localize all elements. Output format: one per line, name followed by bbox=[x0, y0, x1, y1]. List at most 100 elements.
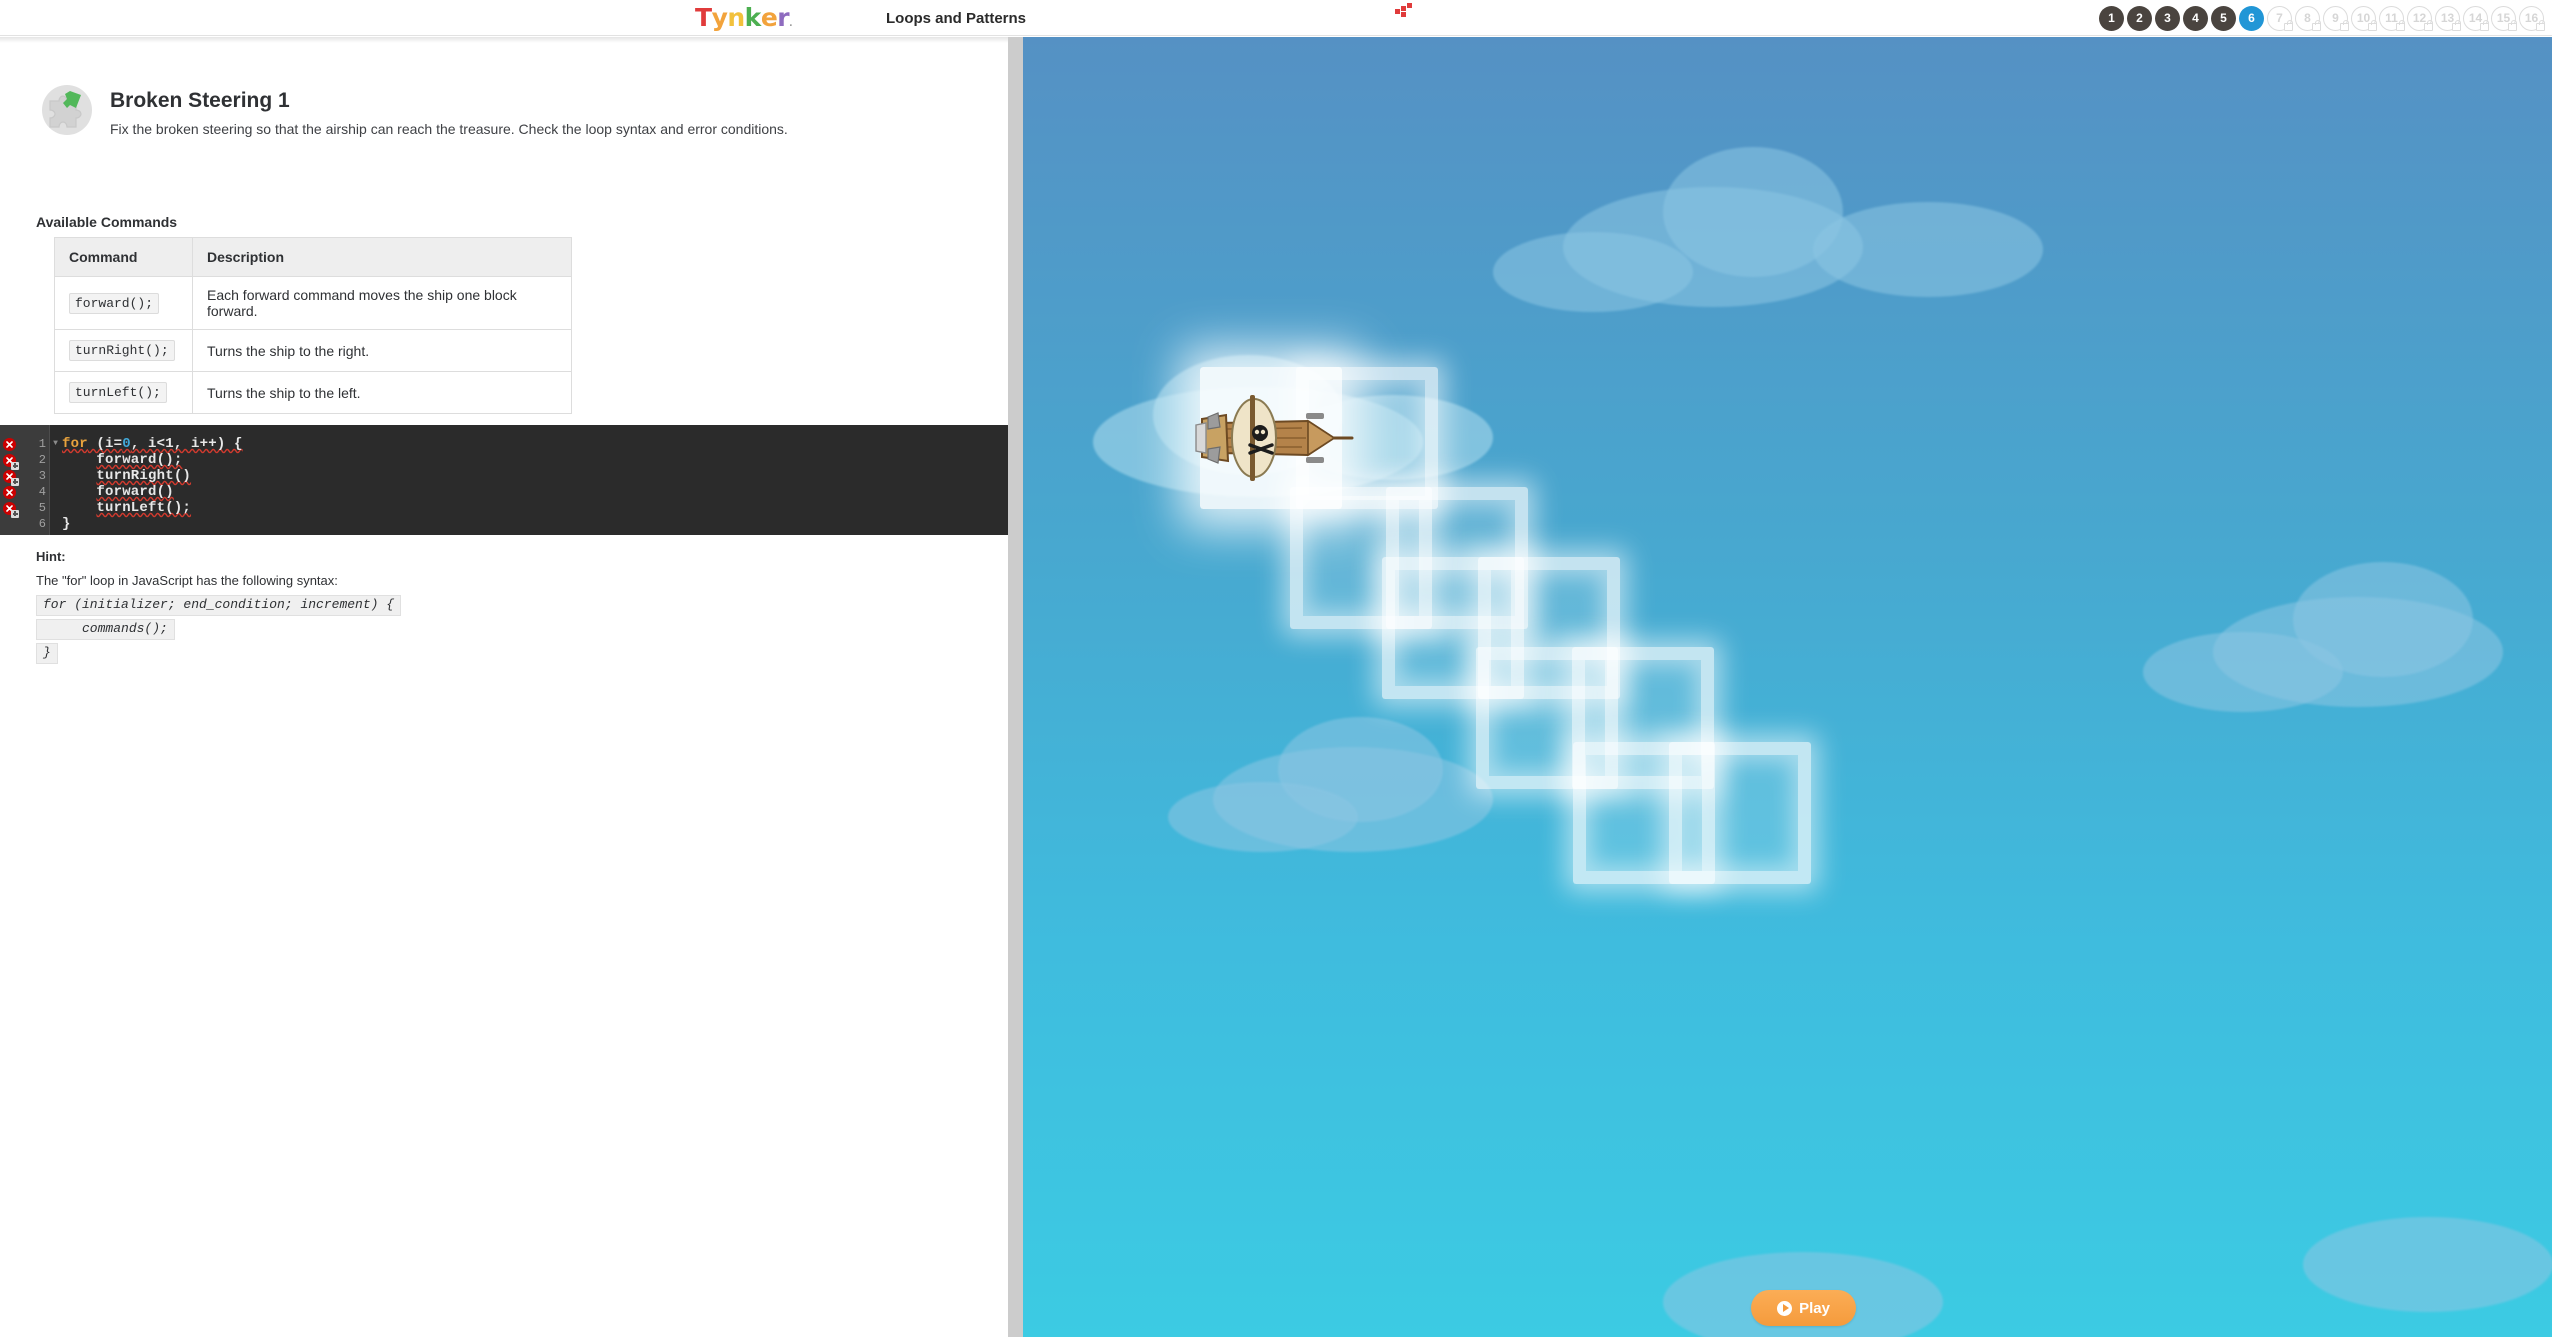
level-pill-12[interactable]: 12 bbox=[2407, 5, 2433, 31]
level-pill-1[interactable]: 1 bbox=[2099, 5, 2124, 31]
lock-icon bbox=[2312, 20, 2321, 31]
tynker-logo[interactable]: Tynker. bbox=[695, 2, 1412, 32]
hint-text: The "for" loop in JavaScript has the fol… bbox=[36, 573, 338, 588]
description-cell: Each forward command moves the ship one … bbox=[192, 276, 572, 330]
code-line[interactable]: turnLeft(); bbox=[62, 500, 191, 516]
command-chip: forward(); bbox=[69, 292, 160, 314]
line-number: 2 bbox=[38, 453, 46, 467]
lock-icon bbox=[2340, 20, 2349, 31]
code-line[interactable]: } bbox=[62, 516, 71, 532]
instruction-panel: Broken Steering 1 Fix the broken steerin… bbox=[0, 37, 1008, 1337]
ship-start-tile bbox=[1195, 367, 1354, 509]
hint-code-line-3: } bbox=[36, 642, 58, 664]
description-cell: Turns the ship to the left. bbox=[192, 371, 572, 414]
level-pill-3[interactable]: 3 bbox=[2155, 5, 2180, 31]
play-button-label: Play bbox=[1799, 1299, 1830, 1317]
command-chip: turnLeft(); bbox=[69, 382, 167, 403]
code-editor[interactable]: 1 ▼ for (i=0, i<1, i++) { 2 forward(); 3 tur… bbox=[0, 425, 1008, 535]
level-pill-15[interactable]: 15 bbox=[2491, 5, 2517, 31]
command-cell: forward(); bbox=[54, 276, 193, 330]
play-button[interactable]: Play bbox=[1751, 1290, 1856, 1326]
error-x-icon bbox=[3, 501, 19, 518]
level-pill-13[interactable]: 13 bbox=[2435, 5, 2461, 31]
level-pill-9[interactable]: 9 bbox=[2323, 5, 2349, 31]
game-stage: Play bbox=[1023, 37, 2552, 1337]
cloud-decoration bbox=[1168, 782, 1358, 852]
command-cell: turnLeft(); bbox=[54, 371, 193, 414]
level-pill-label: 1 bbox=[2108, 11, 2115, 25]
code-fold-toggle[interactable]: ▼ bbox=[51, 436, 60, 452]
cloud-decoration bbox=[2303, 1217, 2552, 1312]
level-pill-5[interactable]: 5 bbox=[2211, 5, 2236, 31]
code-line[interactable]: for (i=0, i<1, i++) { bbox=[62, 436, 243, 452]
lock-icon bbox=[2480, 20, 2489, 31]
lesson-description: Fix the broken steering so that the airs… bbox=[110, 121, 788, 137]
line-number: 4 bbox=[38, 485, 46, 499]
quick-fix-icon bbox=[11, 509, 19, 518]
lock-icon bbox=[2368, 20, 2377, 31]
column-header-description: Description bbox=[192, 237, 572, 277]
logo-letter-r: r bbox=[777, 2, 790, 32]
line-number: 6 bbox=[38, 517, 46, 531]
level-pill-11[interactable]: 11 bbox=[2379, 5, 2405, 31]
code-line[interactable]: forward(); bbox=[62, 452, 182, 468]
play-icon bbox=[1777, 1300, 1793, 1316]
panel-scrollbar[interactable] bbox=[1008, 37, 1023, 1337]
code-line[interactable]: turnRight() bbox=[62, 468, 191, 484]
error-marker[interactable] bbox=[0, 436, 19, 452]
lock-icon bbox=[2536, 20, 2545, 31]
logo-tick-marks bbox=[1395, 3, 1417, 17]
line-number: 5 bbox=[38, 501, 46, 515]
level-selector[interactable]: 1 2 3 4 5 6 7 8 9 10 11 12 13 14 15 16 bbox=[2099, 0, 2545, 36]
logo-letter-y: y bbox=[711, 2, 728, 32]
error-x-icon bbox=[3, 437, 16, 451]
puzzle-piece-icon bbox=[42, 85, 92, 135]
level-pill-label: 8 bbox=[2304, 11, 2311, 25]
course-title: Loops and Patterns bbox=[886, 9, 1027, 27]
level-pill-label: 7 bbox=[2276, 11, 2283, 25]
level-pill-label: 3 bbox=[2164, 11, 2171, 25]
line-number: 3 bbox=[38, 469, 46, 483]
hint-label: Hint: bbox=[36, 549, 66, 564]
column-header-command: Command bbox=[54, 237, 193, 277]
table-header-row: Command Description bbox=[54, 237, 572, 277]
level-pill-10[interactable]: 10 bbox=[2351, 5, 2377, 31]
top-bar: Tynker. Loops and Patterns 1 2 3 4 5 6 7 8 9 10 11… bbox=[0, 0, 2552, 36]
error-x-icon bbox=[3, 469, 19, 486]
level-pill-4[interactable]: 4 bbox=[2183, 5, 2208, 31]
hint-code-line-1: for (initializer; end_condition; increme… bbox=[36, 595, 402, 616]
cloud-decoration bbox=[1493, 232, 1693, 312]
command-cell: turnRight(); bbox=[54, 329, 193, 372]
table-row: turnLeft(); Turns the ship to the left. bbox=[54, 371, 572, 414]
code-line[interactable]: forward() bbox=[62, 484, 174, 500]
logo-letter-n: n bbox=[727, 2, 745, 32]
error-marker[interactable] bbox=[0, 484, 19, 500]
logo-letter-t: T bbox=[695, 2, 712, 32]
level-pill-8[interactable]: 8 bbox=[2295, 5, 2321, 31]
level-pill-label: 9 bbox=[2332, 11, 2339, 25]
lock-icon bbox=[2284, 20, 2293, 31]
page-title: Broken Steering 1 bbox=[110, 89, 290, 112]
level-pill-16[interactable]: 16 bbox=[2519, 5, 2545, 31]
hint-section: Hint: The "for" loop in JavaScript has t… bbox=[36, 549, 916, 664]
command-chip: turnRight(); bbox=[69, 340, 175, 361]
level-pill-2[interactable]: 2 bbox=[2127, 5, 2152, 31]
available-commands-heading: Available Commands bbox=[36, 214, 178, 230]
path-tile bbox=[1669, 742, 1811, 884]
cloud-decoration bbox=[2143, 632, 2343, 712]
error-marker[interactable] bbox=[0, 500, 19, 518]
level-pill-6[interactable]: 6 bbox=[2239, 5, 2264, 31]
line-number: 1 bbox=[38, 437, 46, 451]
error-marker[interactable] bbox=[0, 468, 19, 486]
level-pill-label: 2 bbox=[2136, 11, 2143, 25]
level-pill-7[interactable]: 7 bbox=[2267, 5, 2293, 31]
logo-trademark: . bbox=[789, 19, 793, 29]
level-pill-label: 6 bbox=[2248, 11, 2255, 25]
airship-sprite bbox=[1195, 395, 1354, 481]
level-pill-label: 4 bbox=[2192, 11, 2199, 25]
error-x-icon bbox=[3, 485, 16, 499]
cloud-decoration bbox=[1813, 202, 2043, 297]
error-marker[interactable] bbox=[0, 452, 19, 470]
lock-icon bbox=[2452, 20, 2461, 31]
level-pill-14[interactable]: 14 bbox=[2463, 5, 2489, 31]
